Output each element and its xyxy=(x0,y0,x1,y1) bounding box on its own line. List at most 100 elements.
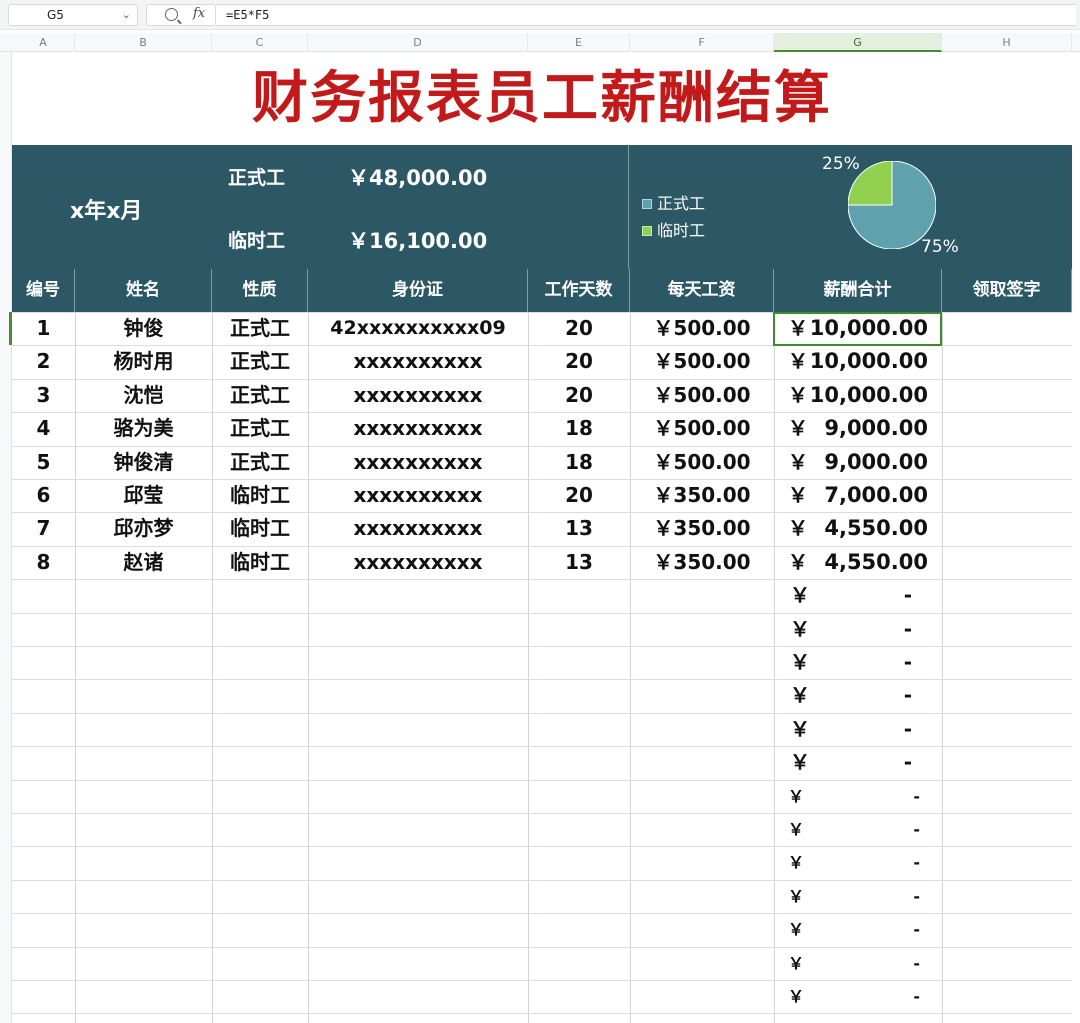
column-title[interactable]: 编号 xyxy=(12,269,75,312)
cell-type[interactable]: 正式工 xyxy=(212,412,308,445)
cell-signature[interactable] xyxy=(942,446,1072,479)
cell-type[interactable]: 临时工 xyxy=(212,546,308,579)
cell-rate[interactable]: ￥500.00 xyxy=(630,446,774,479)
cell-name[interactable]: 邱莹 xyxy=(75,479,212,512)
cell-no[interactable]: 1 xyxy=(12,312,75,345)
cell-days[interactable]: 13 xyxy=(528,512,630,545)
cell-total-empty[interactable]: - xyxy=(804,613,912,646)
cell-no[interactable]: 8 xyxy=(12,546,75,579)
cell-total-empty[interactable]: - xyxy=(804,980,920,1013)
name-box[interactable]: G5 ⌄ xyxy=(8,4,138,26)
cell-total-empty[interactable]: - xyxy=(804,579,912,612)
cell-id[interactable]: xxxxxxxxxx xyxy=(308,379,528,412)
sheet-title[interactable]: 财务报表员工薪酬结算 xyxy=(12,52,1072,145)
cell-total-empty[interactable]: - xyxy=(804,813,920,846)
cell-total-empty[interactable]: - xyxy=(804,746,912,779)
summary-formal-value[interactable]: ￥48,000.00 xyxy=(348,162,487,192)
cell-type[interactable]: 正式工 xyxy=(212,345,308,378)
cell-signature[interactable] xyxy=(942,479,1072,512)
formula-input[interactable]: =E5*F5 xyxy=(216,4,1076,26)
chevron-down-icon[interactable]: ⌄ xyxy=(122,5,131,25)
cell-total[interactable]: 9,000.00 xyxy=(804,446,928,479)
legend-formal[interactable]: 正式工 xyxy=(642,190,705,214)
cell-type[interactable]: 临时工 xyxy=(212,512,308,545)
cell-total-empty[interactable]: - xyxy=(804,947,920,980)
cell-days[interactable]: 20 xyxy=(528,312,630,345)
cell-signature[interactable] xyxy=(942,345,1072,378)
cell-signature[interactable] xyxy=(942,546,1072,579)
column-title[interactable]: 身份证 xyxy=(308,269,528,312)
column-header-f[interactable]: F xyxy=(630,33,774,52)
zoom-icon[interactable] xyxy=(165,8,178,21)
cell-total[interactable]: 9,000.00 xyxy=(804,412,928,445)
cell-id[interactable]: xxxxxxxxxx xyxy=(308,546,528,579)
cell-total-empty[interactable]: - xyxy=(804,913,920,946)
cell-days[interactable]: 20 xyxy=(528,479,630,512)
summary-formal-label[interactable]: 正式工 xyxy=(228,163,285,190)
cell-total-empty[interactable]: - xyxy=(804,780,920,813)
column-title[interactable]: 姓名 xyxy=(75,269,212,312)
cell-signature[interactable] xyxy=(942,312,1072,345)
cell-name[interactable]: 杨时用 xyxy=(75,345,212,378)
cell-days[interactable]: 13 xyxy=(528,546,630,579)
cell-rate[interactable]: ￥350.00 xyxy=(630,479,774,512)
row-headers[interactable] xyxy=(0,52,12,1023)
cell-total-empty[interactable]: - xyxy=(804,646,912,679)
cell-total[interactable]: 7,000.00 xyxy=(804,479,928,512)
cell-no[interactable]: 3 xyxy=(12,379,75,412)
column-header-a[interactable]: A xyxy=(12,33,75,52)
cell-days[interactable]: 18 xyxy=(528,412,630,445)
cell-total-empty[interactable]: - xyxy=(804,880,920,913)
period-label[interactable]: x年x月 xyxy=(70,193,142,225)
cell-days[interactable]: 20 xyxy=(528,379,630,412)
column-title[interactable]: 领取签字 xyxy=(942,269,1072,312)
cell-name[interactable]: 钟俊清 xyxy=(75,446,212,479)
cell-rate[interactable]: ￥350.00 xyxy=(630,546,774,579)
column-title[interactable]: 薪酬合计 xyxy=(774,269,942,312)
cell-signature[interactable] xyxy=(942,412,1072,445)
cell-total[interactable]: 4,550.00 xyxy=(804,512,928,545)
cell-days[interactable]: 18 xyxy=(528,446,630,479)
cell-name[interactable]: 钟俊 xyxy=(75,312,212,345)
column-title[interactable]: 工作天数 xyxy=(528,269,630,312)
cell-name[interactable]: 骆为美 xyxy=(75,412,212,445)
cell-no[interactable]: 4 xyxy=(12,412,75,445)
cell-id[interactable]: 42xxxxxxxxxx09 xyxy=(308,312,528,345)
cell-name[interactable]: 邱亦梦 xyxy=(75,512,212,545)
cell-signature[interactable] xyxy=(942,512,1072,545)
cell-rate[interactable]: ￥500.00 xyxy=(630,412,774,445)
column-title[interactable]: 每天工资 xyxy=(630,269,774,312)
cell-id[interactable]: xxxxxxxxxx xyxy=(308,446,528,479)
column-title[interactable]: 性质 xyxy=(212,269,308,312)
cell-no[interactable]: 5 xyxy=(12,446,75,479)
cell-total[interactable]: 10,000.00 xyxy=(804,379,928,412)
cell-type[interactable]: 正式工 xyxy=(212,312,308,345)
column-header-b[interactable]: B xyxy=(75,33,212,52)
cell-id[interactable]: xxxxxxxxxx xyxy=(308,412,528,445)
cell-no[interactable]: 7 xyxy=(12,512,75,545)
cell-type[interactable]: 临时工 xyxy=(212,479,308,512)
cell-rate[interactable]: ￥350.00 xyxy=(630,512,774,545)
cell-total[interactable]: 4,550.00 xyxy=(804,546,928,579)
summary-temp-label[interactable]: 临时工 xyxy=(228,226,285,253)
cell-name[interactable]: 沈恺 xyxy=(75,379,212,412)
column-header-d[interactable]: D xyxy=(308,33,528,52)
column-header-e[interactable]: E xyxy=(528,33,630,52)
summary-temp-value[interactable]: ￥16,100.00 xyxy=(348,225,487,255)
cell-signature[interactable] xyxy=(942,379,1072,412)
cell-type[interactable]: 正式工 xyxy=(212,446,308,479)
legend-temp[interactable]: 临时工 xyxy=(642,217,705,241)
cell-days[interactable]: 20 xyxy=(528,345,630,378)
cell-total[interactable]: 10,000.00 xyxy=(804,345,928,378)
column-header-c[interactable]: C xyxy=(212,33,308,52)
cell-no[interactable]: 6 xyxy=(12,479,75,512)
cell-id[interactable]: xxxxxxxxxx xyxy=(308,479,528,512)
cell-type[interactable]: 正式工 xyxy=(212,379,308,412)
column-header-h[interactable]: H xyxy=(942,33,1072,52)
cell-total-empty[interactable]: - xyxy=(804,846,920,879)
pie-chart[interactable] xyxy=(848,161,936,249)
cell-name[interactable]: 赵诸 xyxy=(75,546,212,579)
cell-rate[interactable]: ￥500.00 xyxy=(630,312,774,345)
cell-no[interactable]: 2 xyxy=(12,345,75,378)
cell-rate[interactable]: ￥500.00 xyxy=(630,345,774,378)
